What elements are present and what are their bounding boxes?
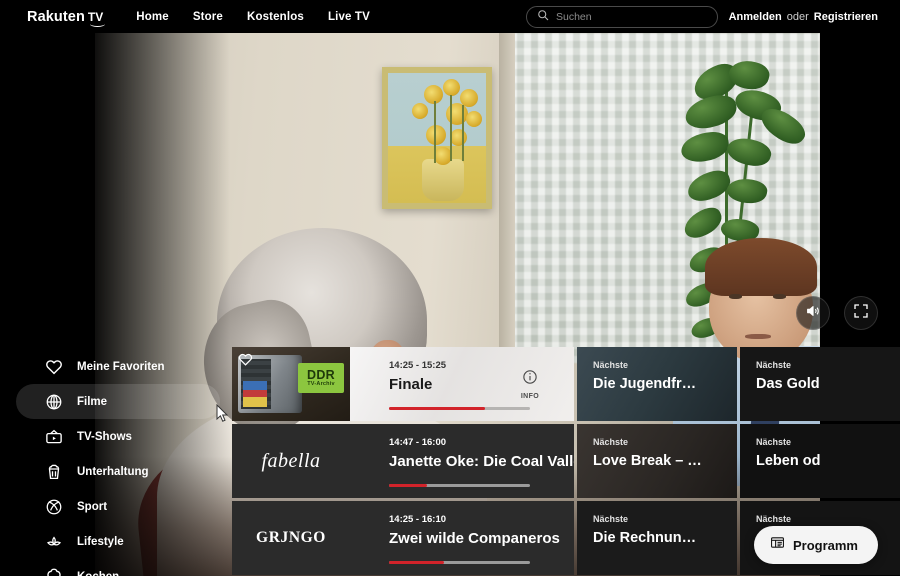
auth-links: Anmelden oder Registrieren bbox=[729, 0, 878, 33]
ball-icon bbox=[44, 497, 63, 516]
ddr-badge-top: DDR bbox=[307, 367, 335, 382]
sunflower-painting bbox=[382, 67, 492, 209]
program-title: Zwei wilde Companeros bbox=[389, 530, 560, 547]
fullscreen-button[interactable] bbox=[844, 296, 878, 330]
now-playing-cell[interactable]: 14:47 - 16:00 Janette Oke: Die Coal Vall… bbox=[350, 424, 574, 498]
heart-icon bbox=[44, 357, 63, 376]
sidebar-item-label: Meine Favoriten bbox=[77, 360, 165, 373]
sidebar-item-label: Sport bbox=[77, 500, 108, 513]
epg-row[interactable]: fabella 14:47 - 16:00 Janette Oke: Die C… bbox=[232, 424, 900, 498]
sidebar-item-label: Kochen bbox=[77, 571, 119, 576]
program-time: 14:47 - 16:00 bbox=[389, 437, 447, 448]
lotus-icon bbox=[44, 532, 63, 551]
volume-button[interactable] bbox=[796, 296, 830, 330]
info-circle-icon bbox=[522, 369, 538, 390]
rakuten-tv-logo[interactable]: Rakuten TV bbox=[27, 8, 105, 27]
popcorn-icon bbox=[44, 462, 63, 481]
next-program-cell[interactable]: Nächste Love Break – … bbox=[577, 424, 737, 498]
channel-logo-ddr-tv-archiv[interactable]: DDR TV-Archiv bbox=[232, 347, 350, 421]
programm-button-label: Programm bbox=[792, 537, 858, 553]
channel-name: fabella bbox=[261, 449, 321, 472]
next-program-title: Die Jugendfr… bbox=[593, 376, 697, 392]
sidebar-item-label: Filme bbox=[77, 395, 108, 408]
sidebar-item-sport[interactable]: Sport bbox=[16, 489, 220, 524]
sidebar-item-unterhaltung[interactable]: Unterhaltung bbox=[16, 454, 220, 489]
sign-in-link[interactable]: Anmelden bbox=[729, 11, 782, 23]
sidebar-item-label: Unterhaltung bbox=[77, 465, 149, 478]
chef-hat-icon bbox=[44, 567, 63, 576]
grid-list-icon bbox=[770, 535, 785, 555]
tv-icon bbox=[44, 427, 63, 446]
info-button-label: INFO bbox=[520, 393, 540, 400]
next-label: Nächste bbox=[756, 437, 792, 447]
channel-logo-fabella[interactable]: fabella bbox=[232, 424, 350, 498]
search-input[interactable]: Suchen bbox=[556, 11, 592, 23]
sidebar-item-lifestyle[interactable]: Lifestyle bbox=[16, 524, 220, 559]
video-window-frame bbox=[499, 33, 515, 373]
expand-icon bbox=[853, 303, 869, 324]
next-program-cell[interactable]: Nächste Leben od bbox=[740, 424, 900, 498]
next-program-title: Love Break – … bbox=[593, 453, 702, 469]
next-label: Nächste bbox=[593, 514, 629, 524]
program-title: Janette Oke: Die Coal Valley Saga … bbox=[389, 453, 574, 470]
favorite-heart-icon[interactable] bbox=[238, 352, 253, 372]
next-label: Nächste bbox=[593, 437, 629, 447]
register-link[interactable]: Registrieren bbox=[814, 11, 878, 23]
speaker-icon bbox=[805, 303, 821, 324]
search-box[interactable]: Suchen bbox=[526, 6, 718, 28]
next-label: Nächste bbox=[756, 514, 792, 524]
site-header: Rakuten TV Home Store Kostenlos Live TV … bbox=[0, 0, 900, 33]
mouse-cursor bbox=[216, 403, 229, 428]
program-progress-bar bbox=[389, 561, 530, 564]
sidebar-menu: Meine Favoriten Filme TV-Shows Unterhalt… bbox=[0, 33, 232, 576]
next-program-cell[interactable]: Nächste Die Rechnun… bbox=[577, 501, 737, 575]
info-button[interactable]: INFO bbox=[513, 369, 547, 400]
player-controls bbox=[796, 296, 878, 330]
sidebar-item-tv-shows[interactable]: TV-Shows bbox=[16, 419, 220, 454]
search-icon bbox=[537, 8, 549, 26]
nav-item-kostenlos[interactable]: Kostenlos bbox=[247, 11, 304, 23]
nav-item-home[interactable]: Home bbox=[136, 11, 169, 23]
rakuten-tv-live-player-page: Rakuten TV Home Store Kostenlos Live TV … bbox=[0, 0, 900, 576]
channel-logo-grjngo[interactable]: GRJNGO bbox=[232, 501, 350, 575]
sidebar-item-filme[interactable]: Filme bbox=[16, 384, 220, 419]
now-playing-cell[interactable]: 14:25 - 16:10 Zwei wilde Companeros bbox=[350, 501, 574, 575]
channel-name: GRJNGO bbox=[256, 529, 326, 546]
next-program-title: Leben od bbox=[756, 453, 821, 469]
logo-tv-mark: TV bbox=[88, 10, 105, 27]
film-globe-icon bbox=[44, 392, 63, 411]
epg-row[interactable]: DDR TV-Archiv 14:25 - 15:25 Finale INFO … bbox=[232, 347, 900, 421]
next-program-cell[interactable]: Nächste Das Gold bbox=[740, 347, 900, 421]
programm-button[interactable]: Programm bbox=[753, 526, 878, 564]
next-program-title: Die Rechnun… bbox=[593, 530, 697, 546]
now-playing-cell[interactable]: 14:25 - 15:25 Finale INFO bbox=[350, 347, 574, 421]
program-progress-bar bbox=[389, 407, 530, 410]
logo-wordmark: Rakuten bbox=[27, 8, 85, 25]
ddr-badge: DDR TV-Archiv bbox=[298, 363, 344, 393]
next-label: Nächste bbox=[756, 360, 792, 370]
sidebar-item-label: TV-Shows bbox=[77, 430, 132, 443]
next-program-cell[interactable]: Nächste Die Jugendfr… bbox=[577, 347, 737, 421]
nav-item-store[interactable]: Store bbox=[193, 11, 223, 23]
sidebar-item-label: Lifestyle bbox=[77, 535, 124, 548]
sidebar-item-kochen[interactable]: Kochen bbox=[16, 559, 220, 576]
next-label: Nächste bbox=[593, 360, 629, 370]
ddr-badge-bottom: TV-Archiv bbox=[307, 381, 335, 387]
next-program-title: Das Gold bbox=[756, 376, 820, 392]
nav-item-live-tv[interactable]: Live TV bbox=[328, 11, 370, 23]
main-navigation: Home Store Kostenlos Live TV bbox=[136, 11, 370, 23]
program-time: 14:25 - 16:10 bbox=[389, 514, 447, 525]
program-progress-bar bbox=[389, 484, 530, 487]
auth-separator: oder bbox=[786, 10, 809, 23]
sidebar-item-meine-favoriten[interactable]: Meine Favoriten bbox=[16, 349, 220, 384]
